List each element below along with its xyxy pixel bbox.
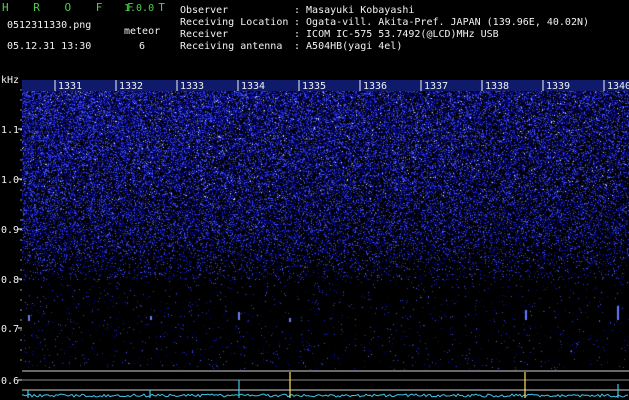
meteor-label: meteor <box>124 26 160 38</box>
info-label-receiver: Receiver <box>180 29 228 41</box>
spectrum-trace <box>22 394 628 397</box>
info-value-location: : Ogata-vill. Akita-Pref. JAPAN (139.96E… <box>294 17 589 29</box>
time-tick-label: 1334 <box>241 81 265 92</box>
meteor-count: 6 <box>139 41 145 53</box>
time-ruler: 1331 1332 1333 1334 1335 1336 1337 1338 1339 1340 <box>0 78 629 92</box>
info-value-antenna: : A504HB(yagi 4el) <box>294 41 402 53</box>
app-version: 1.0.0 <box>124 3 154 15</box>
time-tick-label: 1340 <box>607 81 629 92</box>
freq-tick-label: 0.8 <box>1 275 19 286</box>
info-value-receiver: : ICOM IC-575 53.7492(@LCD)MHz USB <box>294 29 499 41</box>
info-label-location: Receiving Location <box>180 17 288 29</box>
freq-tick-label: 1.1 <box>1 125 19 136</box>
time-tick-label: 1337 <box>424 81 448 92</box>
record-datetime: 05.12.31 13:30 <box>7 41 91 53</box>
axis-unit: kHz <box>1 75 19 86</box>
hrofft-window: H R O F F T 1.0.0 0512311330.png meteor … <box>0 0 629 400</box>
image-filename: 0512311330.png <box>7 20 91 32</box>
time-tick-label: 1336 <box>363 81 387 92</box>
spectrum-strip: 0.6 <box>0 368 629 400</box>
time-tick-label: 1332 <box>119 81 143 92</box>
time-tick-label: 1338 <box>485 81 509 92</box>
freq-tick-label: 1.0 <box>1 175 19 186</box>
info-label-antenna: Receiving antenna <box>180 41 282 53</box>
time-tick-label: 1331 <box>58 81 82 92</box>
spectrum-tick-label: 0.6 <box>1 376 19 387</box>
time-tick-label: 1339 <box>546 81 570 92</box>
info-value-observer: : Masayuki Kobayashi <box>294 5 414 17</box>
time-tick-label: 1335 <box>302 81 326 92</box>
frequency-axis: kHz 1.1 1.0 0.9 0.8 0.7 <box>0 70 24 400</box>
time-tick-label: 1333 <box>180 81 204 92</box>
spectrogram-waterfall <box>22 80 629 370</box>
info-label-observer: Observer <box>180 5 228 17</box>
freq-tick-label: 0.9 <box>1 225 19 236</box>
freq-tick-label: 0.7 <box>1 324 19 335</box>
